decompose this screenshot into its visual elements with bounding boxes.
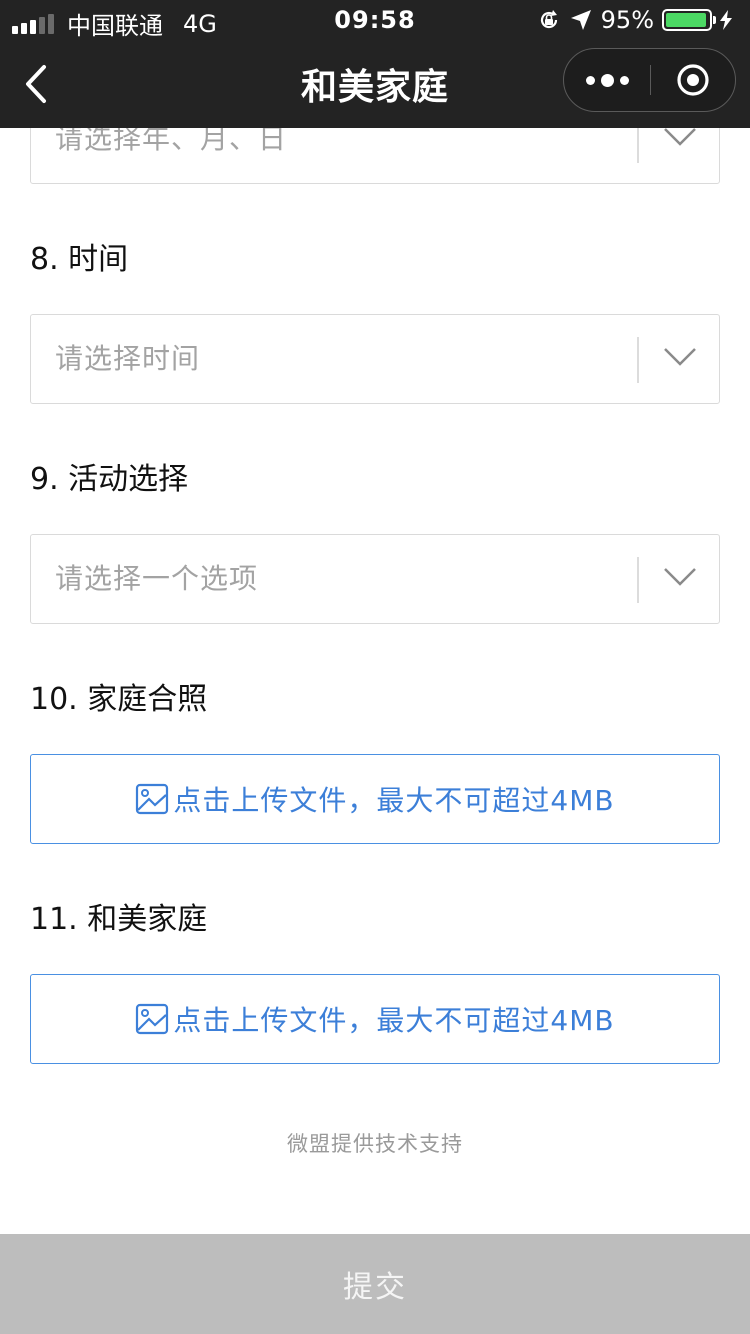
status-right: 95% — [537, 6, 740, 34]
top-bar: 中国联通 4G 09:58 95% 和美家庭 — [0, 0, 750, 128]
time-select-placeholder: 请选择时间 — [55, 342, 201, 375]
status-bar: 中国联通 4G 09:58 95% — [0, 0, 750, 40]
time-select[interactable]: 请选择时间 — [30, 314, 720, 404]
question-10-label: 10. 家庭合照 — [30, 682, 208, 717]
navigation-bar: 和美家庭 — [0, 40, 750, 128]
upload-text: 点击上传文件，最大不可超过4MB — [173, 784, 615, 817]
battery-fill — [666, 13, 706, 27]
screen: 请选择年、月、日 8. 时间 请选择时间 9. 活动选择 请选择一个选项 10.… — [0, 0, 750, 1334]
rotation-lock-icon — [540, 10, 557, 29]
battery-icon — [662, 9, 716, 31]
chevron-down-icon — [664, 128, 696, 146]
harmony-family-upload-button[interactable]: 点击上传文件，最大不可超过4MB — [30, 974, 720, 1064]
submit-button[interactable]: 提交 — [0, 1234, 750, 1334]
activity-select-placeholder: 请选择一个选项 — [55, 562, 259, 595]
chevron-down-icon — [664, 348, 696, 366]
family-photo-upload-button[interactable]: 点击上传文件，最大不可超过4MB — [30, 754, 720, 844]
select-divider — [637, 557, 639, 603]
question-8-label: 8. 时间 — [30, 242, 129, 277]
question-11-label: 11. 和美家庭 — [30, 902, 208, 937]
image-upload-icon — [136, 1003, 169, 1035]
question-9-label: 9. 活动选择 — [30, 462, 189, 497]
close-mini-program-button[interactable] — [651, 49, 735, 111]
charging-bolt-icon — [720, 10, 732, 30]
battery-percent: 95% — [600, 6, 654, 34]
mini-program-capsule — [563, 48, 736, 112]
location-arrow-icon — [570, 10, 591, 30]
select-divider — [637, 337, 639, 383]
tech-support-note: 微盟提供技术支持 — [287, 1132, 463, 1156]
image-upload-icon — [136, 783, 169, 815]
target-circle-icon — [677, 64, 709, 96]
activity-select[interactable]: 请选择一个选项 — [30, 534, 720, 624]
more-button[interactable] — [564, 49, 650, 111]
chevron-down-icon — [664, 568, 696, 586]
upload-text: 点击上传文件，最大不可超过4MB — [173, 1004, 615, 1037]
